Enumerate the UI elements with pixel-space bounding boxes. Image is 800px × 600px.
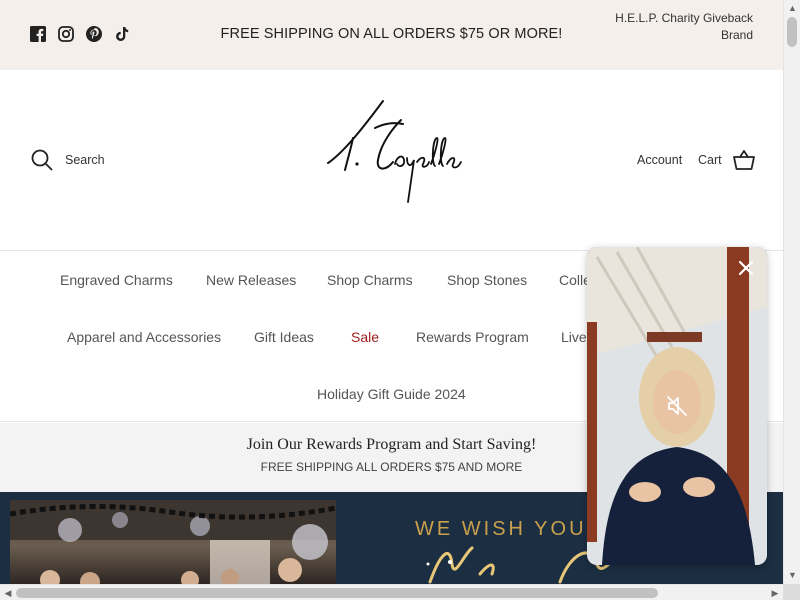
mute-icon[interactable] xyxy=(666,395,688,417)
hero-party-photo xyxy=(9,500,337,584)
nav-item-gift-ideas[interactable]: Gift Ideas xyxy=(254,329,314,345)
search-label: Search xyxy=(65,153,105,167)
nav-item-new-releases[interactable]: New Releases xyxy=(206,272,296,288)
nav-item-apparel[interactable]: Apparel and Accessories xyxy=(67,329,221,345)
scroll-right-arrow[interactable]: ▶ xyxy=(767,585,783,600)
nav-item-sale[interactable]: Sale xyxy=(351,329,379,345)
basket-icon xyxy=(732,150,755,170)
nav-item-live[interactable]: Live xyxy=(561,329,587,345)
announcement-bar: FREE SHIPPING ON ALL ORDERS $75 OR MORE!… xyxy=(0,0,783,70)
account-link[interactable]: Account xyxy=(637,153,682,167)
nav-item-shop-charms[interactable]: Shop Charms xyxy=(327,272,413,288)
nav-item-engraved-charms[interactable]: Engraved Charms xyxy=(60,272,173,288)
horizontal-scrollbar[interactable]: ◀ ▶ xyxy=(0,584,783,600)
scrollbar-corner xyxy=(783,584,800,600)
scroll-down-arrow[interactable]: ▼ xyxy=(784,567,800,584)
cart-button[interactable]: Cart xyxy=(698,149,756,171)
nav-item-holiday-gift-guide[interactable]: Holiday Gift Guide 2024 xyxy=(317,386,466,402)
video-popup[interactable] xyxy=(587,247,767,565)
charity-giveback-link[interactable]: H.E.L.P. Charity Giveback Brand xyxy=(603,10,753,44)
vertical-scrollbar[interactable]: ▲ ▼ xyxy=(783,0,800,584)
site-header: Search Account Cart xyxy=(0,70,783,250)
cart-label: Cart xyxy=(698,153,722,167)
brand-logo[interactable] xyxy=(323,98,463,208)
vertical-scroll-thumb[interactable] xyxy=(787,17,797,47)
scroll-up-arrow[interactable]: ▲ xyxy=(784,0,800,17)
nav-item-rewards-program[interactable]: Rewards Program xyxy=(416,329,529,345)
close-icon[interactable] xyxy=(737,259,755,277)
horizontal-scroll-thumb[interactable] xyxy=(16,588,658,598)
search-icon xyxy=(31,149,53,171)
search-button[interactable]: Search xyxy=(31,149,105,171)
party-scene-image xyxy=(9,500,337,584)
scroll-left-arrow[interactable]: ◀ xyxy=(0,585,16,600)
nav-item-shop-stones[interactable]: Shop Stones xyxy=(447,272,527,288)
